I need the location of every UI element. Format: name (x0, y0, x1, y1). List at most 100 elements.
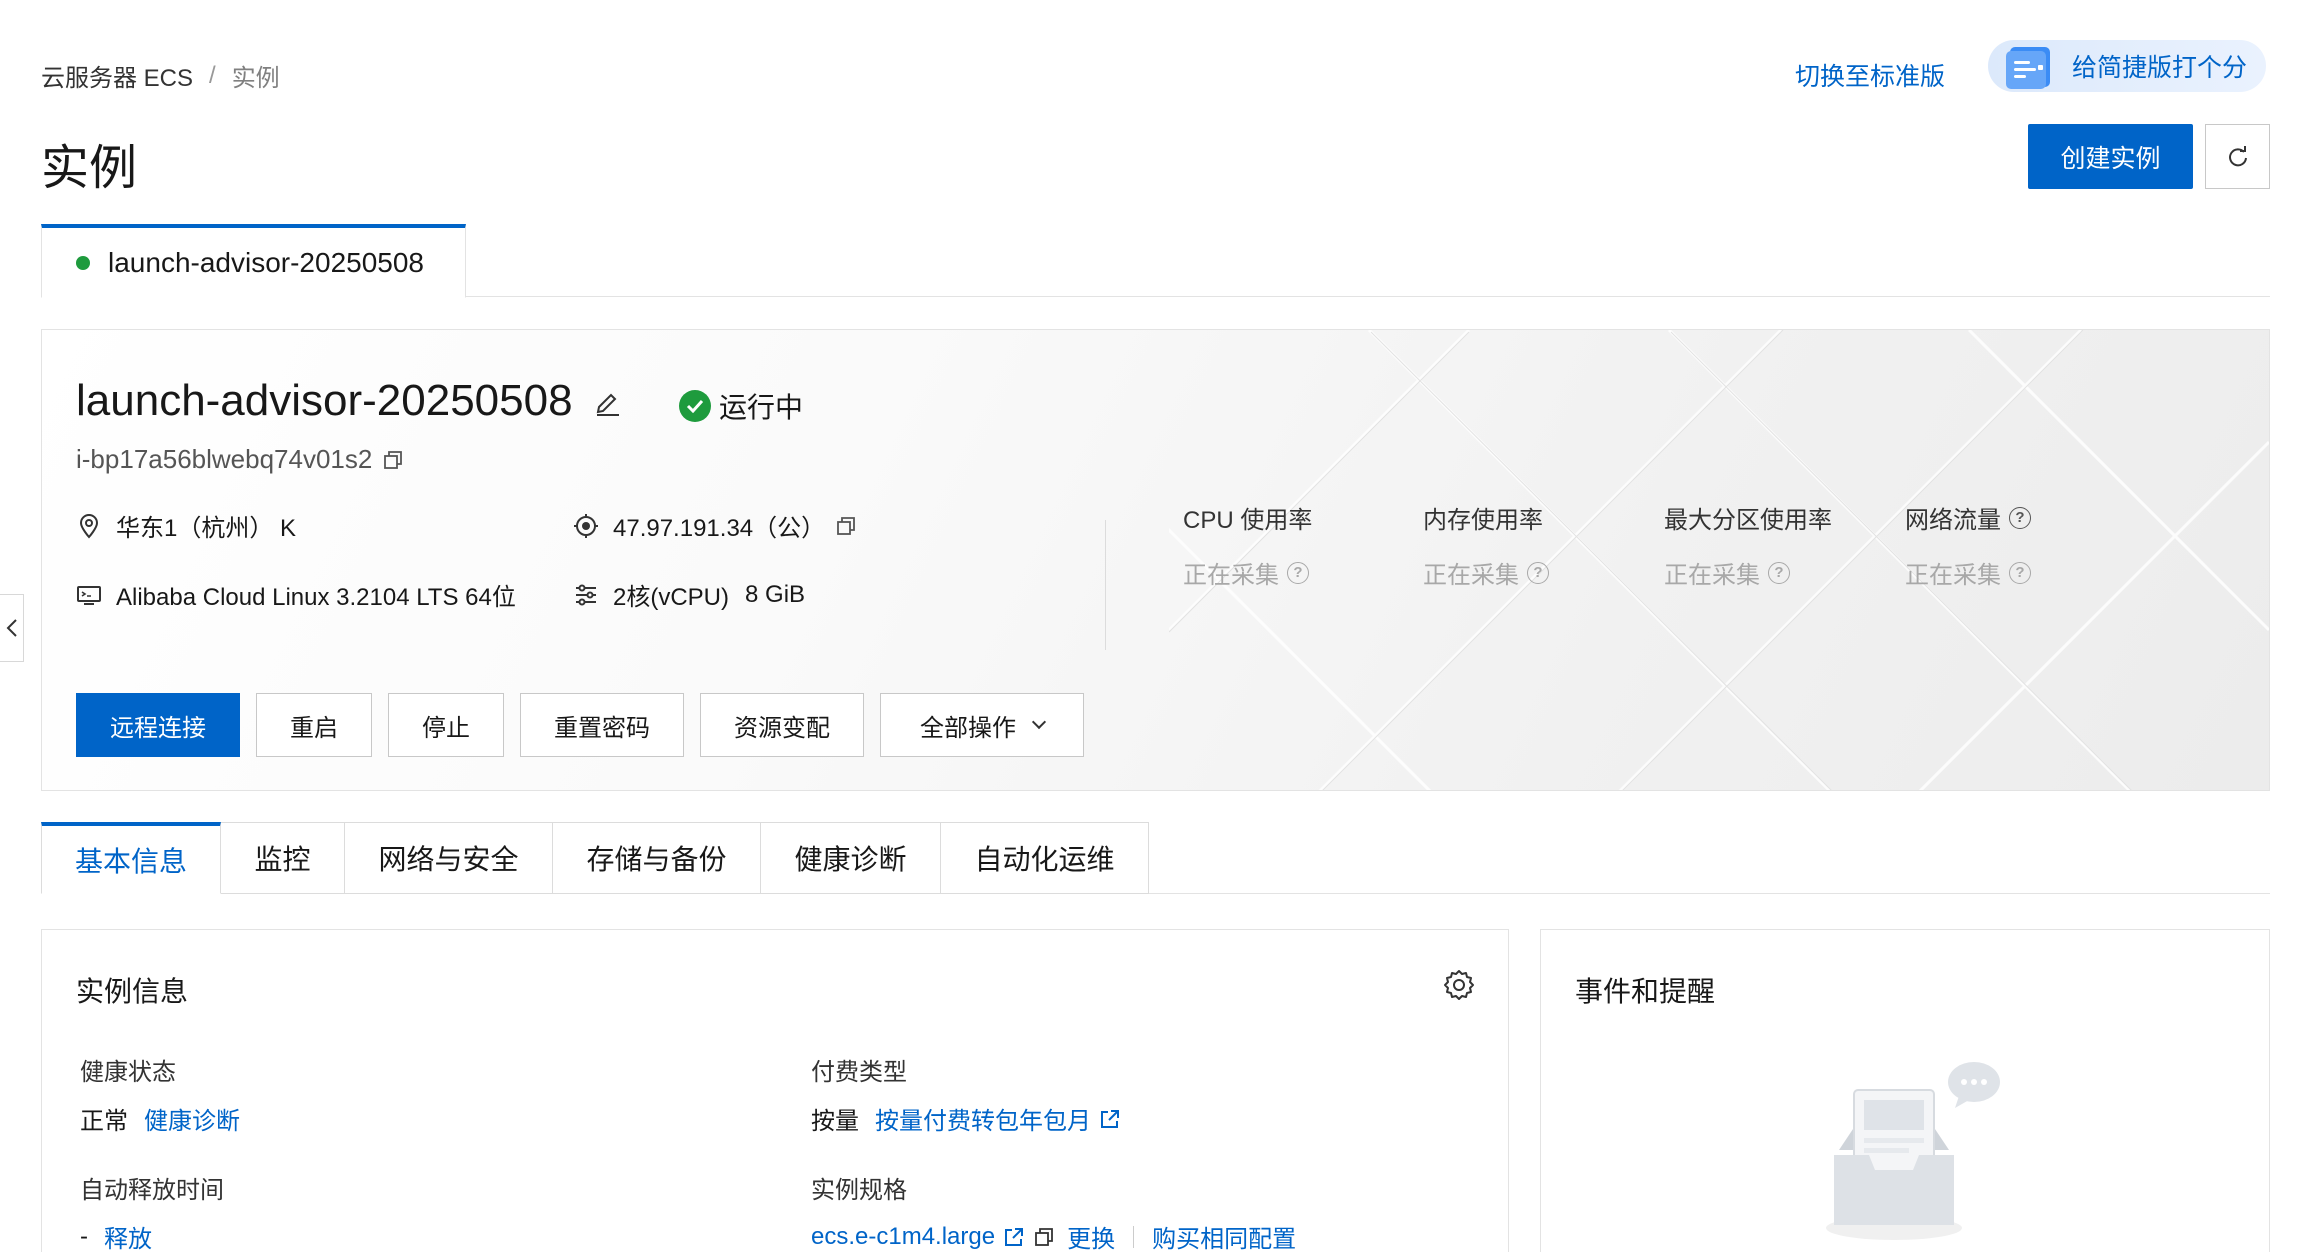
release-field: 自动释放时间 - 释放 (80, 1170, 224, 1252)
action-bar: 远程连接 重启 停止 重置密码 资源变配 全部操作 (76, 693, 1084, 757)
convert-subscription-link[interactable]: 按量付费转包年包月 (875, 1101, 1091, 1136)
change-spec-link[interactable]: 更换 (1067, 1219, 1115, 1252)
edit-icon[interactable] (591, 385, 623, 417)
release-link[interactable]: 释放 (104, 1219, 152, 1252)
metric-memory-value: 正在采集 (1423, 562, 1519, 589)
instance-id: i-bp17a56blwebq74v01s2 (76, 444, 404, 475)
copy-ip-icon[interactable] (835, 515, 857, 537)
copy-icon[interactable] (382, 449, 404, 471)
restart-button[interactable]: 重启 (256, 693, 372, 757)
metric-network: 网络流量? 正在采集? (1905, 500, 2031, 590)
empty-inbox-illustration (1826, 1062, 2000, 1240)
tab-storage-backup[interactable]: 存储与备份 (553, 822, 761, 894)
breadcrumb-root[interactable]: 云服务器 ECS (41, 58, 193, 93)
spec-info: 2核(vCPU) 8 GiB (573, 577, 805, 612)
region-text: 华东1（杭州） K (116, 515, 297, 542)
release-value: - (80, 1222, 88, 1250)
instance-info-title: 实例信息 (76, 976, 189, 1007)
health-diagnosis-link[interactable]: 健康诊断 (144, 1101, 240, 1136)
health-value: 正常 (80, 1108, 128, 1135)
remote-connect-button[interactable]: 远程连接 (76, 693, 240, 757)
os-icon (76, 582, 102, 608)
instance-name-text: launch-advisor-20250508 (76, 376, 573, 425)
status-badge: 运行中 (679, 386, 803, 426)
help-icon[interactable]: ? (1527, 561, 1549, 584)
os-info: Alibaba Cloud Linux 3.2104 LTS 64位 (76, 577, 516, 612)
gear-icon[interactable] (1442, 968, 1476, 1002)
stop-button[interactable]: 停止 (388, 693, 504, 757)
feedback-label: 给简捷版打个分 (2072, 54, 2248, 82)
billing-label: 付费类型 (811, 1059, 907, 1086)
help-icon[interactable]: ? (2009, 561, 2031, 584)
survey-icon (1998, 41, 2058, 91)
settings-sliders-icon (573, 582, 599, 608)
help-icon[interactable]: ? (1287, 561, 1309, 584)
cpu-text: 2核(vCPU) (613, 584, 730, 611)
metric-cpu-value: 正在采集 (1183, 562, 1279, 589)
memory-text: 8 GiB (745, 580, 806, 608)
billing-value: 按量 (811, 1108, 859, 1135)
metric-disk-label: 最大分区使用率 (1664, 507, 1832, 534)
spec-link[interactable]: ecs.e-c1m4.large (811, 1223, 995, 1251)
refresh-button[interactable] (2205, 124, 2270, 189)
chevron-down-icon (1031, 714, 1047, 730)
help-icon[interactable]: ? (1768, 561, 1790, 584)
metric-cpu: CPU 使用率 正在采集? (1183, 500, 1312, 590)
instance-tab-label: launch-advisor-20250508 (108, 246, 424, 278)
target-icon (573, 513, 599, 539)
section-tabs: 基本信息 监控 网络与安全 存储与备份 健康诊断 自动化运维 (41, 822, 2270, 894)
chevron-left-icon (6, 619, 17, 637)
tab-basic-info[interactable]: 基本信息 (41, 822, 221, 894)
instance-name: launch-advisor-20250508 (76, 376, 623, 426)
billing-field: 付费类型 按量 按量付费转包年包月 (811, 1052, 1121, 1136)
instance-tab[interactable]: launch-advisor-20250508 (41, 224, 466, 298)
external-link-icon[interactable] (1003, 1226, 1025, 1248)
divider (1133, 1225, 1135, 1248)
buy-same-config-link[interactable]: 购买相同配置 (1152, 1219, 1296, 1252)
location-icon (76, 513, 102, 539)
status-text: 运行中 (719, 392, 804, 423)
switch-standard-link[interactable]: 切换至标准版 (1795, 57, 1945, 93)
metric-cpu-label: CPU 使用率 (1183, 507, 1313, 534)
change-spec-button[interactable]: 资源变配 (700, 693, 864, 757)
running-dot-icon (76, 255, 90, 270)
instance-id-text: i-bp17a56blwebq74v01s2 (76, 444, 373, 474)
os-text: Alibaba Cloud Linux 3.2104 LTS 64位 (116, 584, 516, 611)
instance-summary-card: launch-advisor-20250508 运行中 i-bp17a56blw… (41, 329, 2270, 791)
events-panel: 事件和提醒 (1540, 929, 2270, 1252)
spec-field: 实例规格 ecs.e-c1m4.large 更换 购买相同配置 (811, 1170, 1296, 1252)
ecs-console-page: 云服务器 ECS / 实例 实例 切换至标准版 给简捷版打个分 创建实例 lau… (0, 0, 2302, 1252)
external-link-icon[interactable] (1099, 1108, 1121, 1130)
all-actions-dropdown[interactable]: 全部操作 (880, 693, 1084, 757)
health-label: 健康状态 (80, 1059, 176, 1086)
ip-text: 47.97.191.34（公） (613, 515, 826, 542)
breadcrumb: 云服务器 ECS / 实例 (41, 58, 280, 93)
feedback-button[interactable]: 给简捷版打个分 (1988, 40, 2266, 92)
metric-network-label: 网络流量 (1905, 507, 2001, 534)
region-info: 华东1（杭州） K (76, 508, 296, 543)
tab-network-security[interactable]: 网络与安全 (345, 822, 553, 894)
create-instance-button[interactable]: 创建实例 (2028, 124, 2193, 189)
all-actions-label: 全部操作 (920, 714, 1016, 742)
breadcrumb-current: 实例 (231, 65, 280, 92)
metric-memory: 内存使用率 正在采集? (1423, 500, 1549, 590)
refresh-icon (2228, 145, 2247, 166)
metric-disk: 最大分区使用率 正在采集? (1664, 500, 1832, 590)
check-circle-icon (679, 390, 711, 422)
page-title: 实例 (41, 142, 138, 195)
instance-info-panel: 实例信息 健康状态 正常 健康诊断 付费类型 按量 按量付费转包年包月 自动释放… (41, 929, 1509, 1252)
events-title: 事件和提醒 (1575, 976, 1716, 1007)
sidebar-collapse-handle[interactable] (0, 594, 24, 662)
divider (1105, 520, 1106, 650)
tab-monitoring[interactable]: 监控 (221, 822, 345, 894)
release-label: 自动释放时间 (80, 1177, 224, 1204)
health-field: 健康状态 正常 健康诊断 (80, 1052, 240, 1136)
copy-icon[interactable] (1033, 1226, 1055, 1248)
metric-disk-value: 正在采集 (1664, 562, 1760, 589)
tab-health-diagnosis[interactable]: 健康诊断 (761, 822, 941, 894)
breadcrumb-separator: / (209, 61, 216, 89)
reset-password-button[interactable]: 重置密码 (520, 693, 684, 757)
help-icon[interactable]: ? (2009, 506, 2031, 529)
tab-automation[interactable]: 自动化运维 (941, 822, 1149, 894)
metric-network-value: 正在采集 (1905, 562, 2001, 589)
